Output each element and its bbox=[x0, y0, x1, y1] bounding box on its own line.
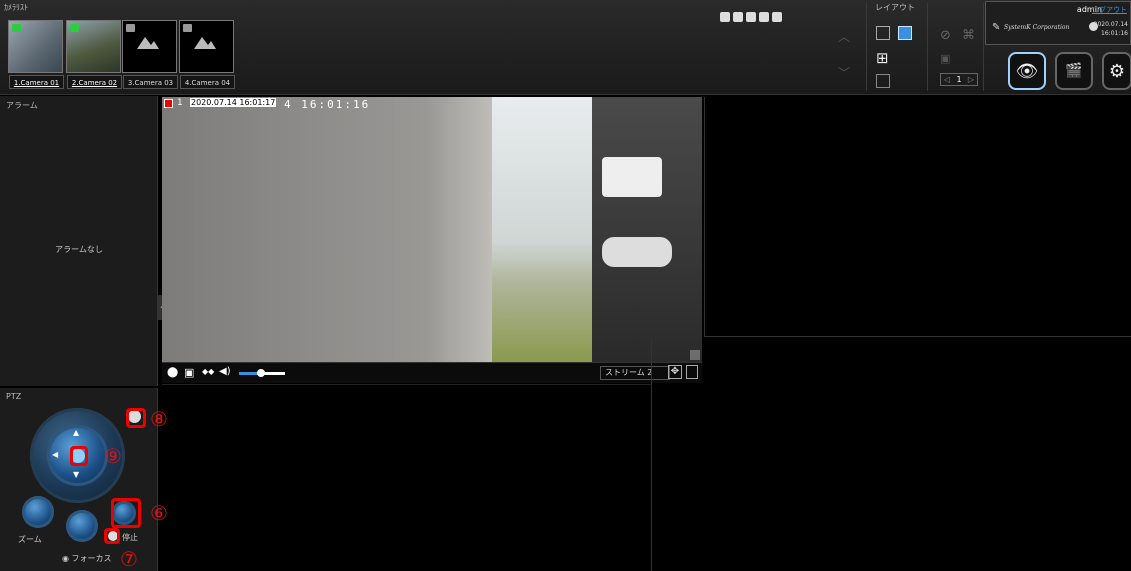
zoom-label: ズーム bbox=[18, 535, 42, 544]
layout-selected-icon[interactable] bbox=[898, 26, 912, 40]
dropdown-icon[interactable] bbox=[772, 12, 782, 22]
status-icon bbox=[183, 24, 192, 32]
camera-list-label: ｶﾒﾗﾘｽﾄ bbox=[4, 3, 28, 12]
alarm-title: アラーム bbox=[6, 101, 38, 110]
snapshot-icon[interactable]: ▣ bbox=[184, 366, 194, 379]
copy-icon[interactable]: ▣ bbox=[940, 52, 950, 65]
status-icon bbox=[70, 24, 79, 32]
page-number: 1 bbox=[956, 75, 962, 84]
camera-thumb-1[interactable]: 1.Camera 01 bbox=[8, 20, 64, 89]
layout-1x1-icon[interactable] bbox=[876, 26, 890, 40]
wall-region bbox=[162, 97, 492, 362]
playback-button[interactable]: 🎬 bbox=[1055, 52, 1093, 90]
scroll-down-icon[interactable]: ﹀ bbox=[838, 64, 850, 81]
camera-2-label[interactable]: 2.Camera 02 bbox=[67, 75, 122, 89]
layout-split-icon[interactable] bbox=[876, 74, 890, 88]
camera-thumb-4[interactable]: 4.Camera 04 bbox=[179, 20, 235, 89]
camera-thumb-2[interactable]: 2.Camera 02 bbox=[66, 20, 122, 89]
video-pane-3[interactable] bbox=[162, 384, 651, 571]
camera-object bbox=[602, 237, 672, 267]
car-icon[interactable] bbox=[733, 12, 743, 22]
focus-label-text: フォーカス bbox=[71, 554, 112, 563]
divider bbox=[983, 3, 984, 91]
company-logo-icon: ✎ bbox=[992, 22, 1001, 33]
time: 16:01:16 bbox=[1101, 30, 1128, 37]
ptz-panel: PTZ ▲ ▼ ◀ ズーム 停止 ◉ フォーカス ⑧ ⑨ ⑥ ⑦ bbox=[0, 388, 168, 571]
divider bbox=[866, 3, 867, 91]
image-placeholder-icon bbox=[137, 37, 159, 49]
layout-label: レイアウト bbox=[875, 3, 915, 12]
camera-1-label[interactable]: 1.Camera 01 bbox=[9, 75, 64, 89]
camera-3-label[interactable]: 3.Camera 03 bbox=[123, 75, 178, 89]
alarm-panel: アラーム アラームなし bbox=[0, 96, 158, 386]
annotation-number-9: ⑨ bbox=[104, 444, 122, 468]
scroll-up-icon[interactable]: ︿ bbox=[838, 28, 850, 45]
gear-icon: ⚙ bbox=[1108, 60, 1126, 82]
focus-knob[interactable] bbox=[66, 510, 98, 542]
ptz-title: PTZ bbox=[6, 392, 22, 401]
volume-slider-thumb[interactable] bbox=[257, 369, 265, 377]
location-pin-icon[interactable]: ⬤ bbox=[167, 367, 178, 378]
status-icon bbox=[12, 24, 21, 32]
camera-thumb-3[interactable]: 3.Camera 03 bbox=[122, 20, 178, 89]
status-icon bbox=[126, 24, 135, 32]
minus-icon[interactable] bbox=[720, 12, 730, 22]
date: 2020.07.14 bbox=[1093, 21, 1128, 28]
video-pane-4[interactable] bbox=[651, 338, 1131, 571]
alarm-empty-text: アラームなし bbox=[55, 245, 103, 254]
stop-icon[interactable] bbox=[759, 12, 769, 22]
focus-label: ◉ フォーカス bbox=[62, 554, 112, 563]
recording-icon bbox=[164, 99, 173, 108]
company-name: SystemK Corporation bbox=[1004, 24, 1070, 31]
rack-region bbox=[592, 97, 702, 362]
eye-icon: 👁 bbox=[1015, 60, 1039, 82]
settings-button[interactable]: ⚙ bbox=[1102, 52, 1131, 90]
stop-label: 停止 bbox=[122, 533, 138, 542]
logout-link[interactable]: ログアウト bbox=[1092, 5, 1127, 15]
annotation-box-6 bbox=[111, 498, 141, 528]
annotation-number-7: ⑦ bbox=[120, 547, 138, 571]
live-view-button[interactable]: 👁 bbox=[1008, 52, 1046, 90]
clapperboard-icon: 🎬 bbox=[1065, 63, 1083, 79]
record-icon[interactable] bbox=[746, 12, 756, 22]
video-pane-2[interactable] bbox=[704, 97, 1131, 337]
image-placeholder-icon bbox=[194, 37, 216, 49]
pan-down-icon[interactable]: ▼ bbox=[73, 470, 79, 479]
video-osd-time: 4 16:01:16 bbox=[284, 98, 371, 111]
layout-2x2-icon[interactable]: ⊞ bbox=[876, 51, 890, 66]
prev-page-icon[interactable]: ◁ bbox=[944, 75, 950, 84]
pin-icon[interactable]: ⌘ bbox=[962, 28, 975, 43]
zoom-knob[interactable] bbox=[22, 496, 54, 528]
camera-4-label[interactable]: 4.Camera 04 bbox=[180, 75, 235, 89]
divider bbox=[927, 3, 928, 91]
video-control-bar: ⬤ ▣ ◆◆ ◀) ストリーム 2 ✥ bbox=[162, 362, 702, 383]
camera-object bbox=[602, 157, 662, 197]
camera-video-feed[interactable]: 1 2020.07.14 16:01:17 4 16:01:16 bbox=[162, 97, 702, 362]
camera-index: 1 bbox=[177, 98, 183, 108]
fullscreen-off-icon[interactable]: ⊘ bbox=[940, 28, 951, 43]
annotation-box-8 bbox=[126, 408, 146, 428]
next-page-icon[interactable]: ▷ bbox=[968, 75, 974, 84]
volume-icon[interactable]: ◀) bbox=[219, 366, 231, 377]
toolbar-icons bbox=[720, 12, 782, 22]
annotation-box-7 bbox=[104, 528, 120, 544]
pan-left-icon[interactable]: ◀ bbox=[52, 450, 58, 459]
page-selector[interactable]: ◁ 1 ▷ bbox=[940, 73, 978, 86]
annotation-box-9 bbox=[70, 446, 88, 466]
talk-icon[interactable]: ◆◆ bbox=[202, 367, 214, 376]
video-timestamp: 2020.07.14 16:01:17 bbox=[190, 98, 277, 107]
user-info-box: admin ログアウト ✎ SystemK Corporation 2020.0… bbox=[985, 1, 1131, 45]
pan-up-icon[interactable]: ▲ bbox=[73, 428, 79, 437]
